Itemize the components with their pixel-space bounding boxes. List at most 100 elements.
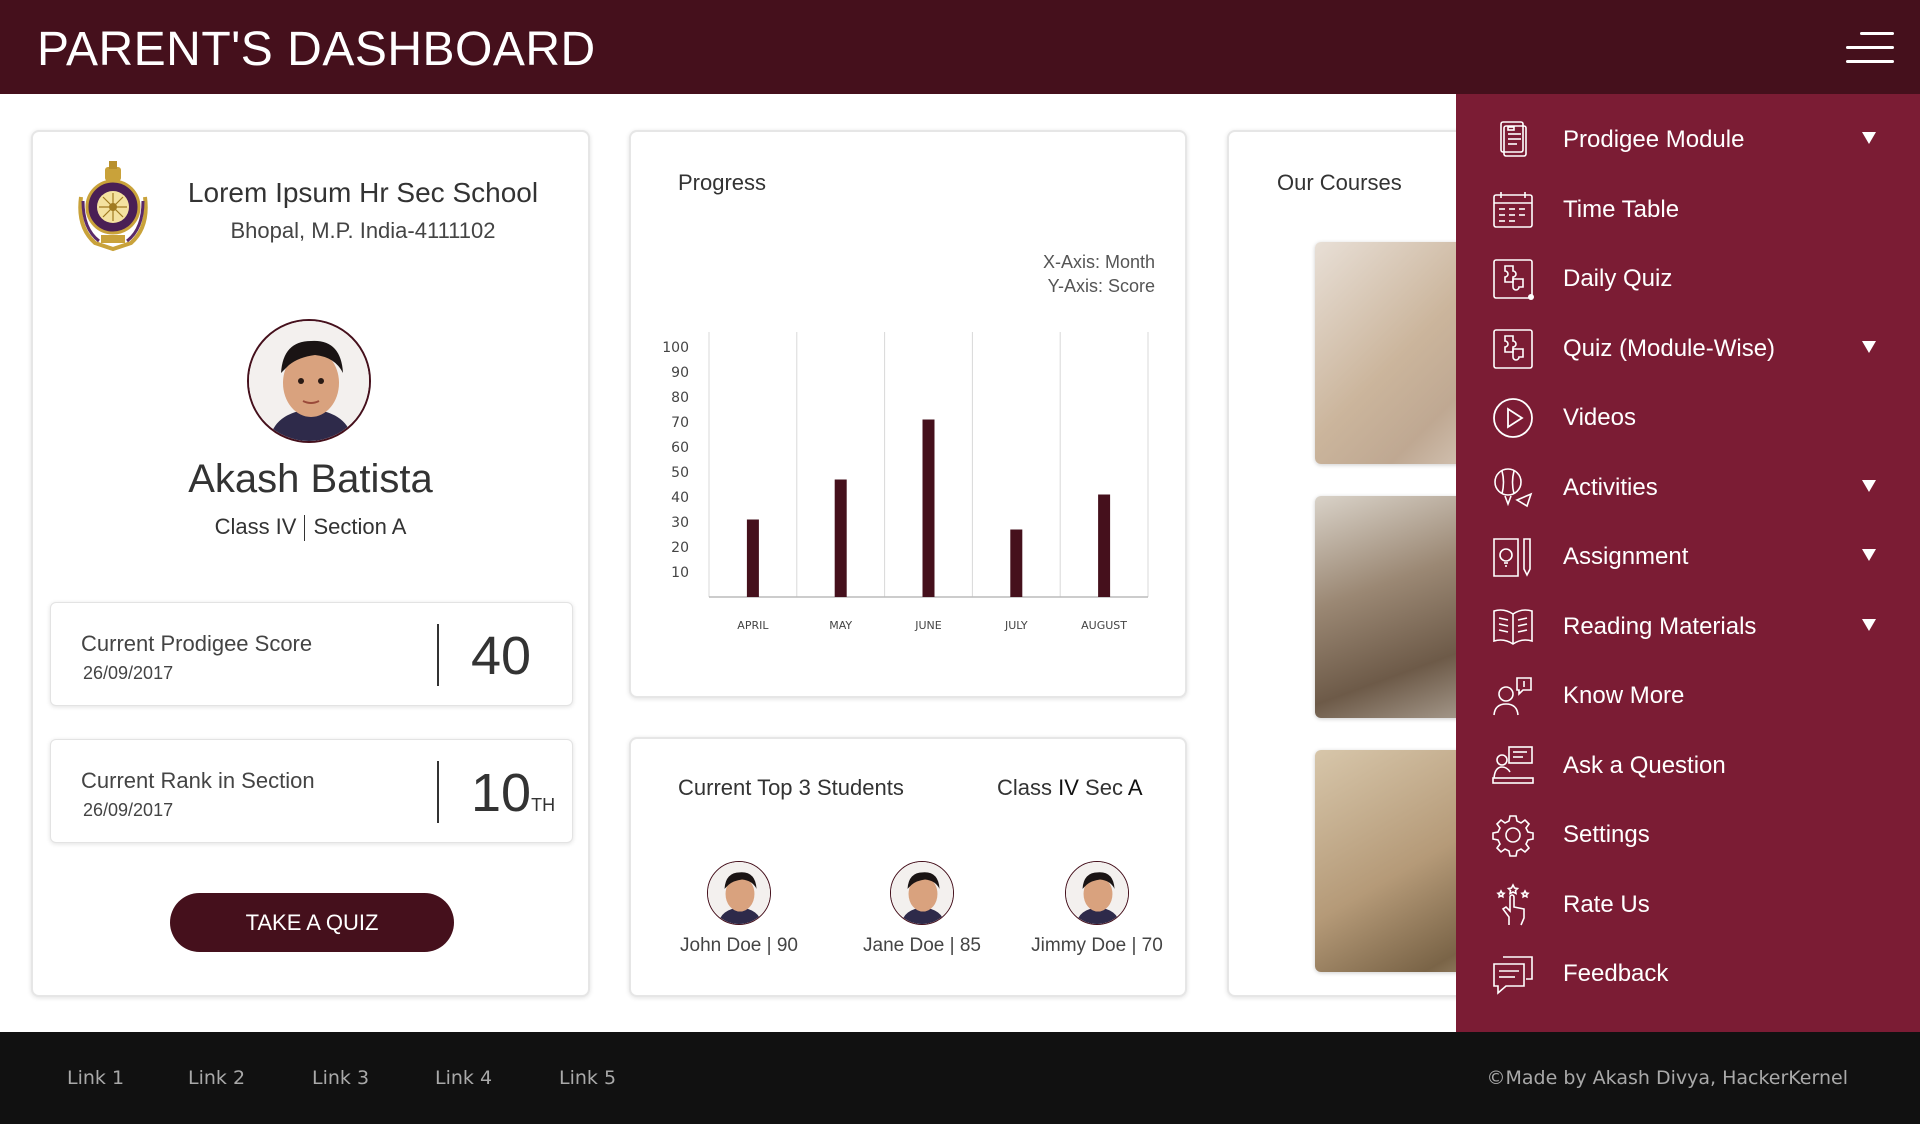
- rank-date: 26/09/2017: [83, 800, 174, 820]
- student-profile-card: Lorem Ipsum Hr Sec School Bhopal, M.P. I…: [31, 130, 590, 997]
- menu-item-label: Daily Quiz: [1563, 265, 1673, 292]
- top-student-name: John Doe | 90: [680, 935, 798, 956]
- x-tick-label: APRIL: [737, 619, 769, 632]
- copyright-text: ©Made by Akash Divya, HackerKernel: [1486, 1067, 1848, 1089]
- progress-card: Progress X-Axis: Month Y-Axis: Score 10 2…: [629, 130, 1187, 698]
- footer-link-5[interactable]: Link 5: [559, 1067, 616, 1089]
- menu-item-label: Prodigee Module: [1563, 126, 1745, 153]
- y-tick-label: 100: [662, 340, 689, 356]
- menu-item-prodigee-module[interactable]: Prodigee Module: [1456, 110, 1920, 170]
- menu-item-label: Settings: [1563, 821, 1650, 848]
- chart-bar: [834, 479, 847, 597]
- x-tick-label: JULY: [1004, 619, 1028, 632]
- class-section: A: [1127, 775, 1143, 800]
- chart-bar: [1010, 529, 1023, 597]
- student-avatar: [890, 861, 954, 925]
- menu-item-label: Assignment: [1563, 543, 1689, 570]
- top-header: PARENT'S DASHBOARD: [0, 0, 1920, 94]
- y-tick-label: 80: [671, 390, 689, 406]
- student-name: Akash Batista: [188, 457, 433, 501]
- y-tick-label: 40: [671, 490, 689, 506]
- x-tick-label: AUGUST: [1081, 619, 1127, 632]
- chevron-down-icon: [1862, 549, 1876, 561]
- menu-item-videos[interactable]: Videos: [1456, 388, 1920, 448]
- footer-link-2[interactable]: Link 2: [188, 1067, 245, 1089]
- courses-title: Our Courses: [1277, 170, 1402, 195]
- divider: [437, 624, 439, 686]
- menu-item-label: Quiz (Module-Wise): [1563, 335, 1776, 362]
- y-tick-label: 20: [671, 540, 689, 556]
- top-student[interactable]: John Doe | 90: [664, 861, 814, 957]
- chart-bar: [922, 419, 935, 597]
- chevron-down-icon: [1862, 132, 1876, 144]
- menu-item-ask-question[interactable]: Ask a Question: [1456, 736, 1920, 796]
- rank-value: 10TH: [471, 762, 555, 824]
- menu-item-know-more[interactable]: Know More: [1456, 666, 1920, 726]
- chart-bar: [746, 519, 759, 597]
- menu-item-daily-quiz[interactable]: Daily Quiz: [1456, 249, 1920, 309]
- student-class: Class IV: [214, 514, 297, 539]
- student-avatar: [1065, 861, 1129, 925]
- menu-item-label: Time Table: [1563, 196, 1680, 223]
- menu-item-settings[interactable]: Settings: [1456, 805, 1920, 865]
- idea-pencil-icon: [1493, 538, 1531, 577]
- top-student[interactable]: Jimmy Doe | 70: [1022, 861, 1172, 957]
- menu-item-reading-materials[interactable]: Reading Materials: [1456, 597, 1920, 657]
- x-tick-label: JUNE: [914, 619, 942, 632]
- menu-item-feedback[interactable]: Feedback: [1456, 944, 1920, 1004]
- gear-icon: [1492, 815, 1534, 857]
- y-tick-label: 70: [671, 415, 689, 431]
- person-info-icon: [1493, 677, 1532, 716]
- menu-item-label: Know More: [1563, 682, 1685, 709]
- score-value: 40: [471, 626, 532, 686]
- chevron-down-icon: [1862, 619, 1876, 631]
- rank-number: 10: [471, 763, 532, 823]
- menu-item-label: Rate Us: [1563, 891, 1650, 918]
- top-students-class: Class IV Sec A: [997, 775, 1143, 801]
- footer-link-4[interactable]: Link 4: [435, 1067, 492, 1089]
- menu-item-label: Ask a Question: [1563, 752, 1726, 779]
- rank-box: Current Rank in Section 26/09/2017 10TH: [50, 739, 573, 843]
- menu-item-assignment[interactable]: Assignment: [1456, 527, 1920, 587]
- top-students-title: Current Top 3 Students: [678, 775, 904, 800]
- menu-item-activities[interactable]: Activities: [1456, 458, 1920, 518]
- book-icon: [1493, 609, 1533, 645]
- menu-item-label: Reading Materials: [1563, 613, 1757, 640]
- score-label: Current Prodigee Score: [81, 631, 313, 656]
- page-title: PARENT'S DASHBOARD: [37, 23, 596, 76]
- y-tick-label: 30: [671, 515, 689, 531]
- progress-bar-chart: 10 20 30 40 50 60 70 80 90 100 APRIL MAY JUNE JULY AUG…: [662, 332, 1149, 632]
- puzzle-icon: [1493, 329, 1533, 369]
- y-tick-label: 90: [671, 365, 689, 381]
- menu-item-rate-us[interactable]: Rate Us: [1456, 875, 1920, 935]
- person-board-icon: [1492, 746, 1534, 784]
- class-roman: IV: [1058, 775, 1079, 800]
- rank-label: Current Rank in Section: [81, 768, 315, 793]
- top-student[interactable]: Jane Doe | 85: [847, 861, 997, 957]
- y-tick-label: 60: [671, 440, 689, 456]
- student-section: Section A: [313, 514, 407, 539]
- hand-stars-icon: [1496, 883, 1530, 926]
- puzzle-icon: [1493, 259, 1534, 300]
- divider: [437, 761, 439, 823]
- footer: Link 1 Link 2 Link 3 Link 4 Link 5 ©Made…: [0, 1032, 1920, 1124]
- footer-link-3[interactable]: Link 3: [312, 1067, 369, 1089]
- balloon-icon: [1494, 468, 1533, 508]
- menu-item-label: Videos: [1563, 404, 1636, 431]
- play-icon: [1493, 398, 1533, 438]
- student-avatar: [707, 861, 771, 925]
- calendar-icon: [1493, 192, 1533, 228]
- take-quiz-button[interactable]: TAKE A QUIZ: [170, 893, 454, 952]
- chat-icon: [1493, 956, 1533, 995]
- menu-toggle-icon[interactable]: [1844, 30, 1894, 66]
- top-student-name: Jane Doe | 85: [863, 935, 981, 956]
- chart-bar: [1098, 494, 1111, 597]
- menu-item-time-table[interactable]: Time Table: [1456, 180, 1920, 240]
- menu-item-quiz-module-wise[interactable]: Quiz (Module-Wise): [1456, 319, 1920, 379]
- class-mid: Sec: [1078, 775, 1128, 800]
- footer-link-1[interactable]: Link 1: [67, 1067, 124, 1089]
- student-class-section: Class IV Section A: [33, 514, 588, 542]
- school-emblem-icon: [78, 161, 148, 252]
- y-tick-label: 10: [671, 565, 689, 581]
- menu-item-label: Feedback: [1563, 960, 1669, 987]
